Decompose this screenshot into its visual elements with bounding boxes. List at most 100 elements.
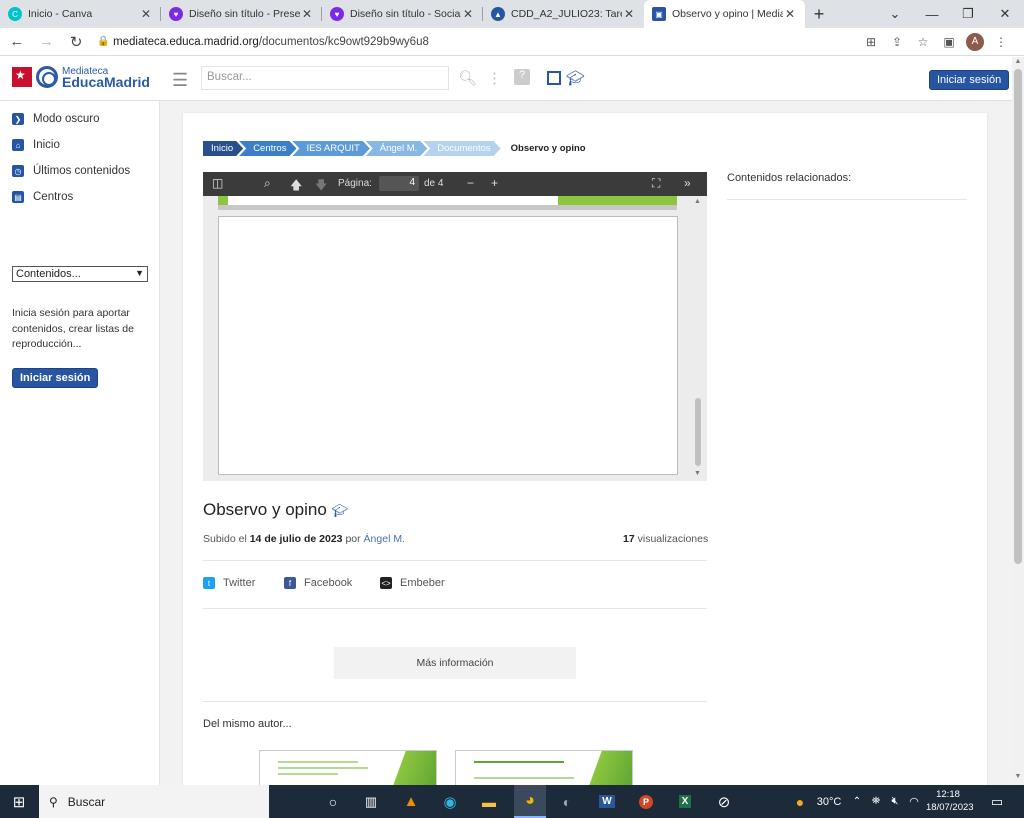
usb-icon[interactable]: ⛯ (868, 785, 884, 818)
sidebar-item-latest[interactable]: ◷ Últimos contenidos (12, 165, 130, 177)
search-input[interactable]: Buscar... (201, 66, 449, 90)
snipping-tool-icon[interactable]: ⊘ (710, 785, 738, 818)
notifications-icon[interactable]: ▭ (986, 785, 1008, 818)
upload-info: Subido el 14 de julio de 2023 por Ángel … (203, 533, 405, 545)
more-options-icon[interactable]: ⋮ (487, 69, 502, 87)
scroll-down-icon[interactable]: ▼ (694, 470, 701, 477)
breadcrumb-inicio[interactable]: Inicio (203, 141, 243, 156)
more-tools-icon[interactable]: » (684, 176, 691, 190)
search-icon[interactable]: ⌕ (264, 176, 271, 191)
educamadrid-emblem-icon (36, 66, 58, 88)
taskbar-search[interactable]: ⚲ Buscar (39, 785, 269, 818)
upload-date: 14 de julio de 2023 (249, 533, 343, 545)
tab-cdd-task[interactable]: ▲ CDD_A2_JULIO23: Tarea p✕ (483, 0, 644, 28)
steam-icon[interactable]: ◐ (553, 785, 581, 818)
pdf-scroll-thumb[interactable] (695, 398, 701, 466)
sidebar-item-centers[interactable]: ▤ Centros (12, 191, 73, 203)
pdf-scrollbar[interactable]: ▲ ▼ (693, 198, 703, 478)
zoom-in-icon[interactable]: + (491, 176, 498, 190)
breadcrumb-ies[interactable]: IES ARQUIT (292, 141, 369, 156)
divider (203, 560, 707, 561)
more-info-button[interactable]: Más información (334, 647, 576, 679)
contents-select[interactable]: Contenidos... ▼ (12, 266, 148, 282)
minimize-button[interactable]: — (914, 0, 950, 28)
square-view-icon[interactable] (547, 71, 561, 85)
breadcrumb-centros[interactable]: Centros (239, 141, 296, 156)
chevron-up-icon[interactable]: ⌃ (850, 785, 864, 818)
wifi-icon[interactable]: ◠ (906, 785, 922, 818)
fullscreen-icon[interactable]: ⛶ (652, 176, 660, 191)
sidebar-item-home[interactable]: ⌂ Inicio (12, 139, 60, 151)
related-doc-thumbnail[interactable] (455, 750, 633, 785)
speaker-muted-icon[interactable]: 🔇︎ (887, 785, 903, 818)
cortana-icon[interactable]: ○ (319, 785, 347, 818)
breadcrumb: Inicio Centros IES ARQUIT Ángel M. Docum… (203, 141, 592, 156)
divider (203, 701, 707, 702)
related-doc-thumbnail[interactable] (259, 750, 437, 785)
chrome-icon[interactable]: ◕ (514, 785, 546, 818)
mediateca-icon: ▣ (652, 7, 666, 21)
same-author-heading: Del mismo autor... (203, 718, 292, 730)
scroll-down-icon[interactable]: ▼ (1012, 773, 1024, 780)
sidebar-item-dark-mode[interactable]: ❯ Modo oscuro (12, 113, 99, 125)
document-title: Observo y opino 🎓︎ (203, 500, 349, 519)
file-explorer-icon[interactable]: ▬ (475, 785, 503, 818)
graduation-cap-icon[interactable]: 🎓︎ (566, 69, 585, 87)
page-number-input[interactable]: 4 (379, 176, 419, 191)
previous-page-icon[interactable]: 🡅 (290, 176, 302, 197)
share-facebook[interactable]: f Facebook (284, 577, 352, 589)
search-icon[interactable]: 🔍︎ (458, 69, 477, 87)
sidebar-login-button[interactable]: Iniciar sesión (12, 368, 99, 388)
temperature[interactable]: 30°C (812, 785, 846, 818)
next-page-icon[interactable]: 🡇 (315, 176, 327, 197)
login-button[interactable]: Iniciar sesión (929, 70, 1010, 90)
author-link[interactable]: Ángel M. (364, 533, 405, 545)
tab-canva-design-1[interactable]: ♥ Diseño sin título - Present ✕ (161, 0, 322, 28)
page-scrollbar[interactable]: ▲ ▼ (1012, 57, 1024, 785)
new-tab-button[interactable]: + (805, 0, 833, 28)
close-icon[interactable]: ✕ (300, 7, 314, 21)
tab-observo-y-opino[interactable]: ▣ Observo y opino | Mediat ✕ (644, 0, 805, 28)
tab-search-icon[interactable]: ⌄ (877, 0, 913, 28)
zoom-out-icon[interactable]: − (467, 176, 474, 190)
forward-button[interactable]: → (34, 29, 60, 55)
sidebar-toggle-icon[interactable]: ◫ (212, 176, 223, 190)
side-panel-icon[interactable]: ▣ (936, 29, 962, 55)
share-embed[interactable]: <> Embeber (380, 577, 445, 589)
tab-canva-home[interactable]: C Inicio - Canva ✕ (0, 0, 161, 28)
back-button[interactable]: ← (4, 29, 30, 55)
windows-start-icon[interactable]: ⊞ (5, 785, 33, 818)
scroll-up-icon[interactable]: ▲ (1012, 58, 1024, 65)
scroll-up-icon[interactable]: ▲ (694, 198, 701, 205)
reload-button[interactable]: ↻ (63, 29, 89, 55)
task-view-icon[interactable]: ▥ (357, 785, 385, 818)
edge-icon[interactable]: ◉ (436, 785, 464, 818)
educamadrid-logo[interactable]: MediatecaEducaMadrid (12, 66, 150, 89)
breadcrumb-author[interactable]: Ángel M. (366, 141, 428, 156)
bookmark-star-icon[interactable]: ☆ (910, 29, 936, 55)
hamburger-menu-icon[interactable]: ☰ (172, 70, 188, 91)
login-prompt-text: Inicia sesión para aportar contenidos, c… (12, 307, 134, 350)
close-window-button[interactable]: ✕ (987, 0, 1023, 28)
close-icon[interactable]: ✕ (139, 7, 153, 21)
close-icon[interactable]: ✕ (783, 7, 797, 21)
vlc-icon[interactable]: ▲ (397, 785, 425, 818)
profile-avatar[interactable]: A (962, 29, 988, 55)
page-scroll-thumb[interactable] (1014, 69, 1022, 564)
menu-kebab-icon[interactable]: ⋮ (988, 29, 1014, 55)
close-icon[interactable]: ✕ (461, 7, 475, 21)
tab-canva-design-2[interactable]: ♥ Diseño sin título - Social ✕ (322, 0, 483, 28)
url-field[interactable]: 🔒 mediateca.educa.madrid.org/documentos/… (97, 29, 858, 55)
share-icon[interactable]: ⇪ (884, 29, 910, 55)
install-app-icon[interactable]: ⊞ (858, 29, 884, 55)
excel-icon[interactable]: X (671, 785, 699, 818)
restore-button[interactable]: ❐ (950, 0, 986, 28)
home-icon: ⌂ (12, 139, 24, 151)
breadcrumb-documents[interactable]: Documentos (423, 141, 500, 156)
word-icon[interactable]: W (593, 785, 621, 818)
help-icon[interactable]: ? (514, 69, 530, 85)
share-twitter[interactable]: t Twitter (203, 577, 255, 589)
close-icon[interactable]: ✕ (622, 7, 636, 21)
clock[interactable]: 12:18 18/07/2023 (926, 788, 974, 814)
powerpoint-icon[interactable]: P (632, 785, 660, 818)
